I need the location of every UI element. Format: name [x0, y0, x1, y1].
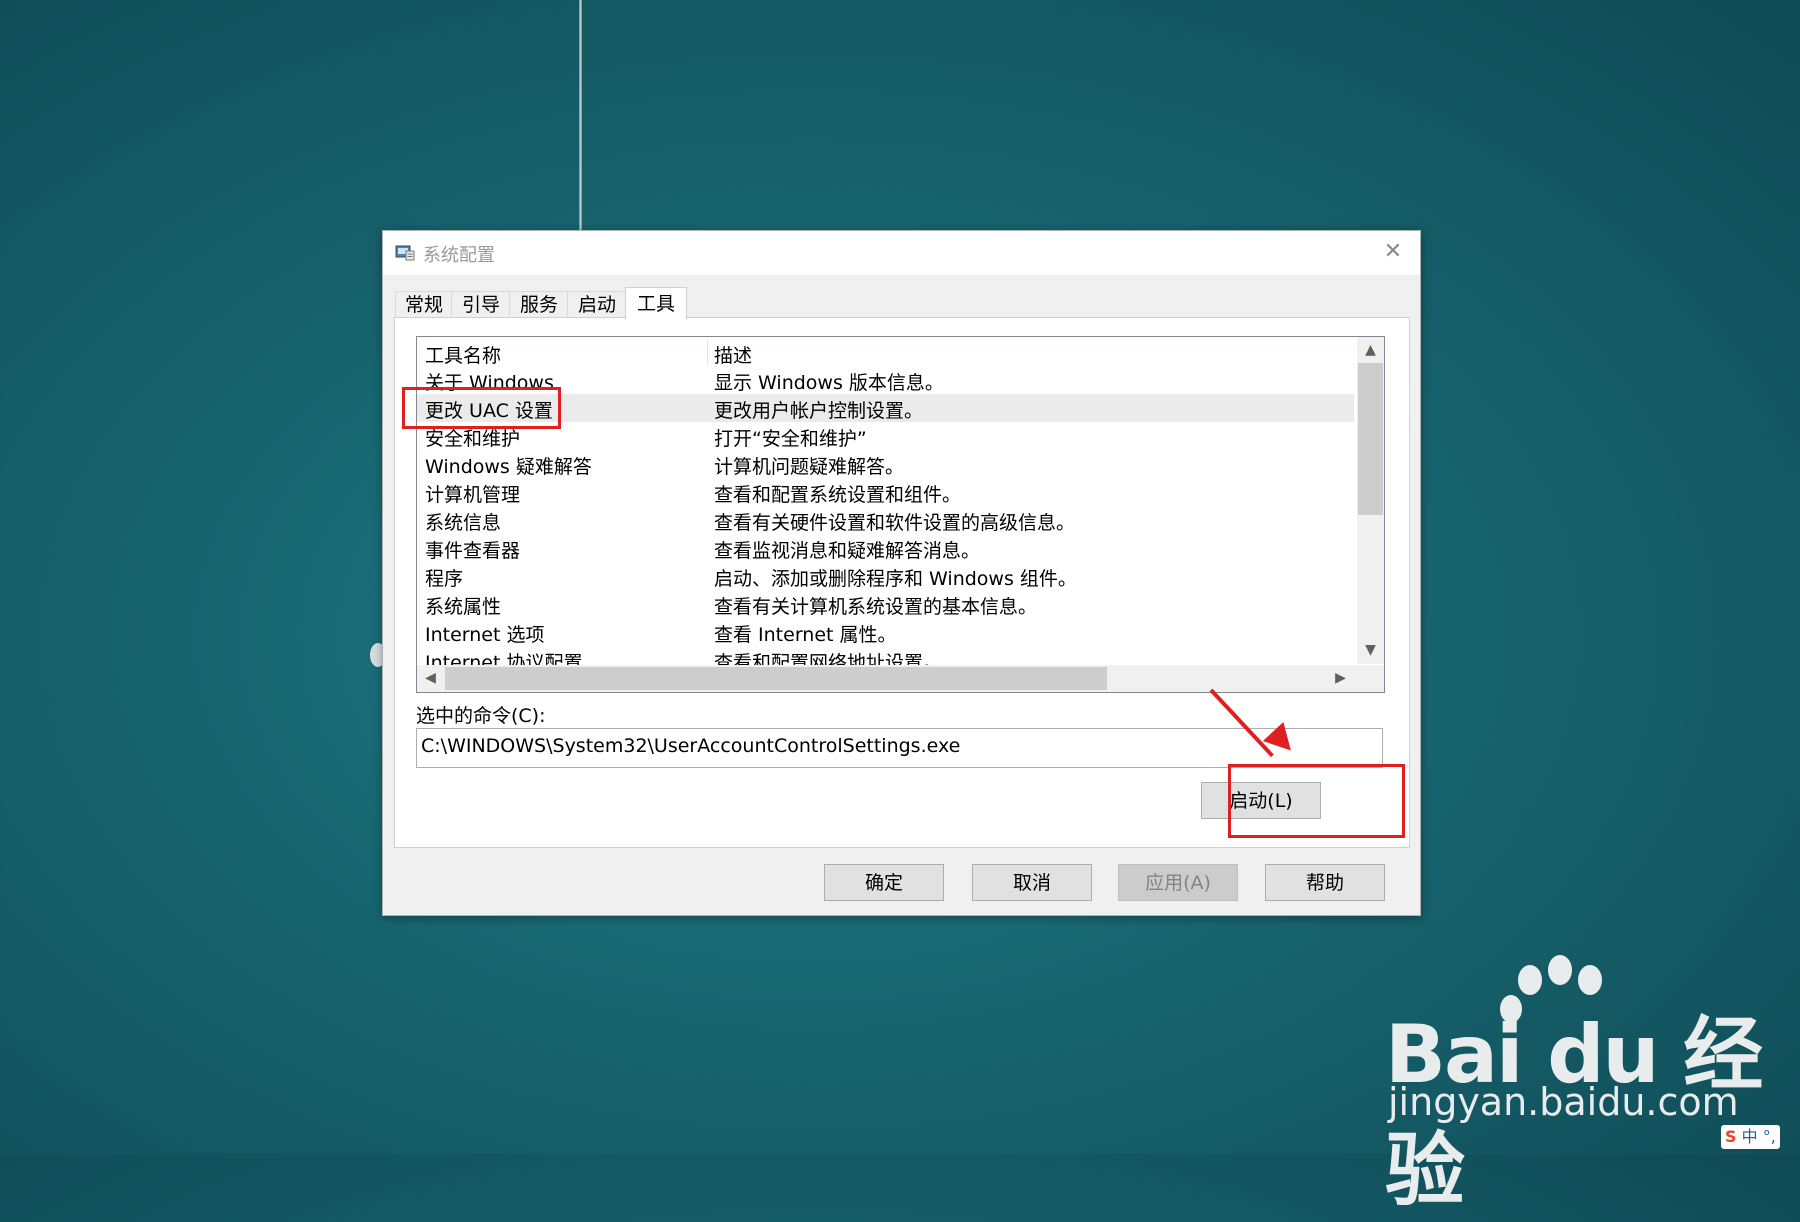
- tool-description: 打开“安全和维护”: [714, 428, 867, 450]
- ime-mode-label: 中: [1741, 1127, 1758, 1146]
- column-header-tool-name[interactable]: 工具名称: [425, 341, 501, 368]
- column-header-description[interactable]: 描述: [714, 341, 752, 368]
- scroll-down-icon[interactable]: ▼: [1357, 641, 1384, 659]
- tool-name: Windows 疑难解答: [425, 456, 592, 478]
- help-button[interactable]: 帮助: [1265, 864, 1385, 901]
- tool-name: Internet 选项: [425, 624, 545, 646]
- ime-indicator[interactable]: S 中 °,: [1721, 1125, 1780, 1149]
- scroll-left-icon[interactable]: ◀: [417, 669, 444, 687]
- vertical-scrollbar[interactable]: ▲ ▼: [1357, 337, 1384, 664]
- table-row[interactable]: 系统属性 查看有关计算机系统设置的基本信息。: [417, 590, 1354, 618]
- ok-button[interactable]: 确定: [824, 864, 944, 901]
- apply-button[interactable]: 应用(A): [1118, 864, 1238, 901]
- table-row[interactable]: 程序 启动、添加或删除程序和 Windows 组件。: [417, 562, 1354, 590]
- horizontal-scroll-thumb[interactable]: [445, 667, 1107, 690]
- highlight-box-launch-button: [1228, 764, 1405, 838]
- close-icon[interactable]: ✕: [1376, 237, 1410, 267]
- table-row[interactable]: Internet 选项 查看 Internet 属性。: [417, 618, 1354, 646]
- highlight-box-uac-row: [402, 387, 561, 429]
- table-row[interactable]: Windows 疑难解答 计算机问题疑难解答。: [417, 450, 1354, 478]
- table-row[interactable]: 事件查看器 查看监视消息和疑难解答消息。: [417, 534, 1354, 562]
- tab-services[interactable]: 服务: [509, 291, 569, 319]
- tools-list[interactable]: 工具名称 描述 关于 Windows 显示 Windows 版本信息。 更改 U…: [416, 336, 1385, 693]
- hanging-cable: [579, 0, 582, 232]
- title-bar[interactable]: 系统配置 ✕: [383, 231, 1420, 275]
- list-header: 工具名称 描述: [417, 337, 1354, 367]
- sogou-ime-icon: S: [1725, 1127, 1737, 1146]
- cancel-button[interactable]: 取消: [972, 864, 1092, 901]
- table-row[interactable]: 系统信息 查看有关硬件设置和软件设置的高级信息。: [417, 506, 1354, 534]
- tool-description: 显示 Windows 版本信息。: [714, 372, 944, 394]
- window-title: 系统配置: [423, 245, 495, 266]
- vertical-scroll-thumb[interactable]: [1358, 363, 1383, 515]
- tab-boot[interactable]: 引导: [451, 291, 511, 319]
- tool-description: 启动、添加或删除程序和 Windows 组件。: [714, 568, 1077, 590]
- selected-command-field[interactable]: C:\WINDOWS\System32\UserAccountControlSe…: [416, 728, 1383, 768]
- scroll-right-icon[interactable]: ▶: [1327, 669, 1354, 687]
- ime-punctuation-icon: °,: [1762, 1127, 1776, 1146]
- selected-command-value: C:\WINDOWS\System32\UserAccountControlSe…: [421, 735, 961, 757]
- msconfig-app-icon: [395, 245, 415, 261]
- tool-name: 系统属性: [425, 596, 502, 618]
- column-separator[interactable]: [707, 339, 708, 365]
- scroll-up-icon[interactable]: ▲: [1357, 341, 1384, 359]
- tool-name: 事件查看器: [425, 540, 521, 562]
- table-row[interactable]: 计算机管理 查看和配置系统设置和组件。: [417, 478, 1354, 506]
- tool-description: 查看有关计算机系统设置的基本信息。: [714, 596, 1038, 618]
- scrollbar-corner: [1357, 665, 1384, 692]
- tool-description: 查看 Internet 属性。: [714, 624, 897, 646]
- tool-description: 查看和配置系统设置和组件。: [714, 484, 962, 506]
- tool-name: 计算机管理: [425, 484, 521, 506]
- tool-description: 更改用户帐户控制设置。: [714, 400, 924, 422]
- tab-startup[interactable]: 启动: [567, 291, 627, 319]
- tab-tools[interactable]: 工具: [625, 287, 687, 320]
- watermark-url: jingyan.baidu.com: [1388, 1080, 1739, 1124]
- tab-general[interactable]: 常规: [395, 291, 453, 319]
- tool-description: 查看有关硬件设置和软件设置的高级信息。: [714, 512, 1076, 534]
- tool-name: 系统信息: [425, 512, 502, 534]
- tool-description: 查看监视消息和疑难解答消息。: [714, 540, 981, 562]
- horizontal-scrollbar[interactable]: ◀ ▶: [417, 665, 1357, 692]
- tool-description: 计算机问题疑难解答。: [714, 456, 905, 478]
- tool-name: 程序: [425, 568, 464, 590]
- selected-command-label: 选中的命令(C):: [416, 705, 546, 727]
